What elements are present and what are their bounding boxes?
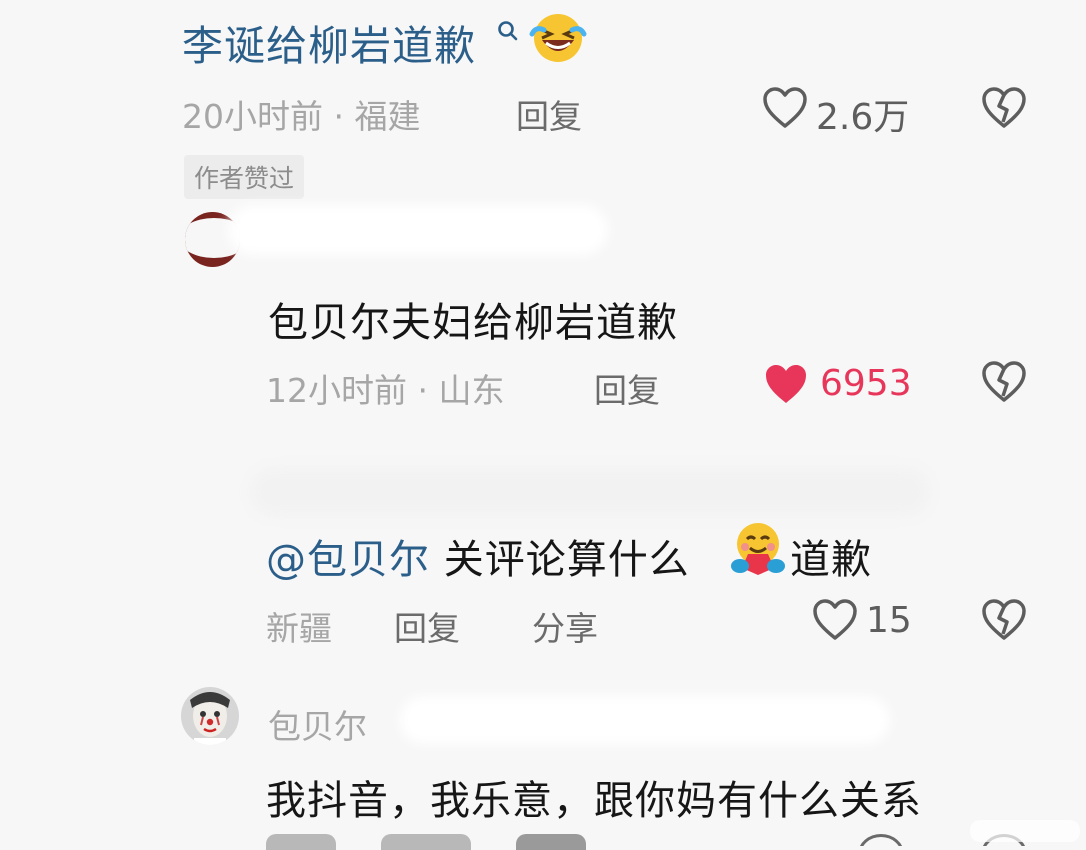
comment-text-part: 道歉 bbox=[790, 537, 872, 583]
like-button[interactable] bbox=[762, 362, 810, 406]
dislike-icon bbox=[982, 87, 1026, 128]
location: 山东 bbox=[438, 371, 505, 410]
hugging-emoji-icon bbox=[728, 520, 788, 576]
dislike-button[interactable] bbox=[981, 360, 1027, 404]
avatar[interactable] bbox=[180, 686, 240, 746]
comment-meta-4-cutoff bbox=[266, 834, 626, 850]
share-button[interactable]: 分享 bbox=[532, 602, 598, 650]
dislike-icon bbox=[982, 599, 1026, 640]
location: 新疆 bbox=[266, 609, 332, 648]
dislike-button[interactable] bbox=[981, 86, 1027, 130]
reply-button[interactable]: 回复 bbox=[516, 90, 582, 138]
like-button[interactable] bbox=[762, 86, 808, 130]
comment-meta-2: 12小时前 · 山东 bbox=[266, 364, 504, 412]
heart-icon[interactable] bbox=[858, 834, 908, 846]
like-count: 15 bbox=[866, 600, 912, 641]
separator-dot: · bbox=[417, 371, 439, 410]
comment-text-3: @包贝尔 关评论算什么 bbox=[266, 527, 690, 585]
reply-button[interactable]: 回复 bbox=[394, 602, 460, 650]
heart-icon bbox=[766, 365, 806, 403]
comment-text-2: 包贝尔夫妇给柳岩道歉 bbox=[268, 300, 678, 346]
comment-text-1: 李诞给柳岩道歉 bbox=[182, 12, 476, 72]
heart-icon bbox=[813, 599, 857, 640]
username[interactable]: 包贝尔 bbox=[268, 700, 367, 748]
location: 福建 bbox=[354, 97, 421, 136]
like-count: 2.6万 bbox=[816, 97, 910, 138]
search-link[interactable]: 李诞给柳岩道歉 bbox=[182, 22, 476, 70]
mention-link[interactable]: @包贝尔 bbox=[266, 537, 430, 583]
timestamp: 12小时前 bbox=[266, 371, 407, 410]
dislike-button[interactable] bbox=[981, 598, 1027, 642]
watermark bbox=[970, 820, 1080, 842]
comment-text-part: 关评论算什么 bbox=[443, 537, 690, 583]
reply-button[interactable]: 回复 bbox=[594, 364, 660, 412]
comment-text-4: 我抖音，我乐意，跟你妈有什么关系 bbox=[266, 778, 922, 824]
author-liked-badge: 作者赞过 bbox=[184, 155, 305, 199]
redacted-username bbox=[250, 468, 930, 516]
dislike-icon bbox=[982, 361, 1026, 402]
redacted-username bbox=[228, 205, 608, 255]
search-icon[interactable] bbox=[497, 20, 519, 42]
separator-dot: · bbox=[333, 97, 355, 136]
like-button[interactable] bbox=[812, 598, 858, 642]
timestamp: 20小时前 bbox=[182, 97, 323, 136]
redacted-username bbox=[400, 696, 890, 744]
comment-meta-1: 20小时前 · 福建 bbox=[182, 90, 420, 138]
heart-icon bbox=[763, 87, 807, 128]
like-count: 6953 bbox=[820, 363, 912, 404]
laughing-emoji-icon bbox=[528, 10, 588, 66]
